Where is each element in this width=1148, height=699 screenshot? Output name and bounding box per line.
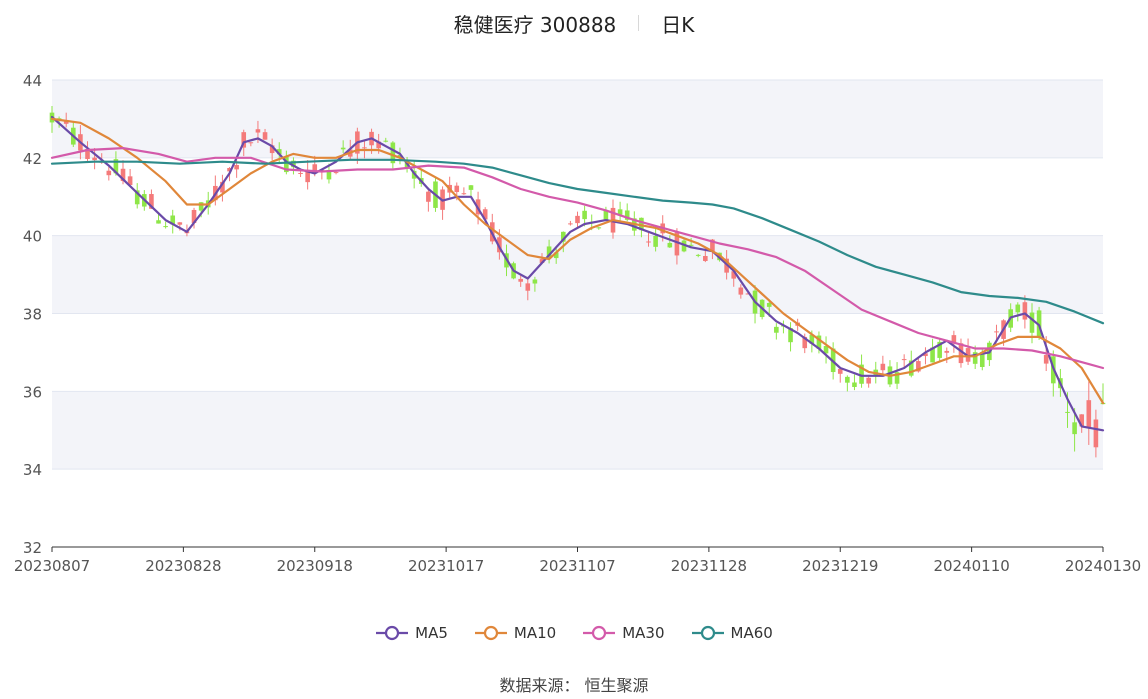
candle-body <box>156 220 161 224</box>
y-tick-label: 42 <box>23 150 42 168</box>
candle-body <box>866 377 871 384</box>
candle-body <box>234 165 239 170</box>
legend-line-icon <box>376 625 409 641</box>
candle-body <box>298 172 303 174</box>
candle-body <box>262 132 268 140</box>
legend-line-icon <box>691 625 724 641</box>
x-tick-label: 20231219 <box>802 557 878 575</box>
candle-body <box>333 172 339 174</box>
y-tick-label: 40 <box>23 228 42 246</box>
candle-body <box>653 235 658 247</box>
legend-item-ma10[interactable]: MA10 <box>474 624 556 642</box>
candle-body <box>454 185 460 193</box>
candle-body <box>575 215 580 224</box>
candle-body <box>1015 304 1021 313</box>
data-source: 数据来源： 恒生聚源 <box>499 676 649 695</box>
candle-body <box>362 147 367 149</box>
candle-body <box>106 170 112 176</box>
legend-line-icon <box>583 625 616 641</box>
candle-body <box>1065 411 1070 413</box>
candle-body <box>568 223 573 225</box>
y-tick-label: 32 <box>23 539 42 557</box>
candle-body <box>92 157 97 161</box>
legend-label: MA5 <box>415 624 448 642</box>
candle-body <box>426 191 431 202</box>
candle-body <box>667 242 673 248</box>
x-tick-label: 20231017 <box>408 557 484 575</box>
candle-body <box>766 302 772 307</box>
candle-body <box>468 185 474 190</box>
candle-body <box>596 227 602 229</box>
candle-body <box>1093 419 1099 448</box>
candle-body <box>994 331 999 333</box>
candle-body <box>944 350 950 353</box>
candle-body <box>1022 302 1028 320</box>
legend-label: MA30 <box>622 624 665 642</box>
candle-body <box>248 142 254 144</box>
x-tick-label: 20231128 <box>671 557 747 575</box>
y-tick-label: 44 <box>23 72 42 90</box>
kline-chart: 32 34 36 38 40 42 44 20230807 20230828 20230918 20… <box>14 72 1141 575</box>
candle-body <box>582 210 587 220</box>
candle-body <box>525 283 531 291</box>
legend: MA5 MA10 MA30 MA60 <box>0 620 1148 646</box>
legend-label: MA10 <box>513 624 557 642</box>
candle-body <box>1086 400 1092 428</box>
candle-body <box>518 278 523 282</box>
y-tick-label: 38 <box>23 306 42 324</box>
x-tick-label: 20230828 <box>145 557 221 575</box>
candle-body <box>163 226 168 228</box>
candle-body <box>255 129 261 133</box>
candle-body <box>340 147 346 150</box>
candle-body <box>880 363 886 371</box>
candle-body <box>901 359 907 361</box>
x-tick-label: 20240130 <box>1065 557 1141 575</box>
grid-bands <box>52 80 1103 470</box>
legend-item-ma60[interactable]: MA60 <box>691 624 773 642</box>
grid-band <box>52 391 1103 470</box>
legend-label: MA60 <box>730 624 773 642</box>
candle-body <box>703 256 708 261</box>
legend-item-ma30[interactable]: MA30 <box>582 624 665 642</box>
candle-body <box>461 193 467 195</box>
x-tick-label: 20240110 <box>933 557 1009 575</box>
grid-band <box>52 80 1103 158</box>
candle-body <box>1043 355 1049 364</box>
candle-body <box>845 376 850 383</box>
candle-body <box>774 326 779 333</box>
x-tick-label: 20231107 <box>539 557 615 575</box>
candle-body <box>383 140 389 142</box>
candle-body <box>852 382 857 387</box>
candle-body <box>1029 312 1035 333</box>
y-tick-label: 36 <box>23 383 42 401</box>
candle-body <box>1072 422 1077 435</box>
grid-band <box>52 235 1103 314</box>
legend-item-ma5[interactable]: MA5 <box>375 624 448 642</box>
candle-body <box>646 241 651 243</box>
candle-body <box>532 279 538 284</box>
candle-body <box>695 254 701 256</box>
x-tick-label: 20230918 <box>277 557 353 575</box>
x-tick-label: 20230807 <box>14 557 90 575</box>
legend-line-icon <box>474 625 507 641</box>
candle-body <box>738 287 744 295</box>
y-tick-label: 34 <box>23 461 42 479</box>
candle-body <box>177 222 183 225</box>
